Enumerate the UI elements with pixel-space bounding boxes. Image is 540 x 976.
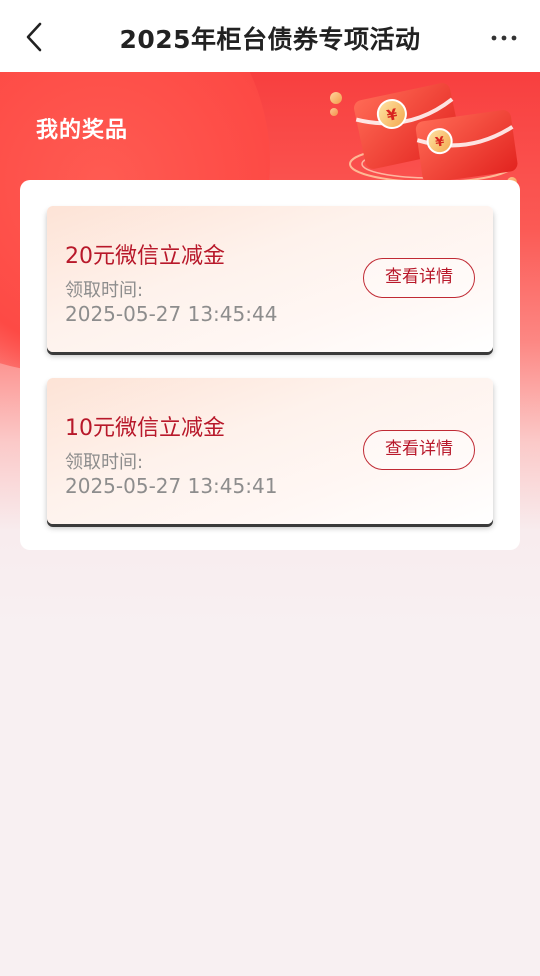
more-dots-icon[interactable] (490, 28, 520, 48)
prize-name: 10元微信立减金 (65, 416, 225, 441)
claim-time-label: 领取时间: (65, 452, 144, 473)
top-navigation-bar: 2025年柜台债券专项活动 (0, 0, 540, 72)
prize-card: 20元微信立减金 领取时间: 2025-05-27 13:45:44 查看详情 (47, 206, 493, 352)
claim-time-label: 领取时间: (65, 280, 144, 301)
prizes-panel: 20元微信立减金 领取时间: 2025-05-27 13:45:44 查看详情 … (20, 180, 520, 550)
prize-name: 20元微信立减金 (65, 244, 225, 269)
view-details-button[interactable]: 查看详情 (363, 430, 475, 470)
claim-time-value: 2025-05-27 13:45:44 (65, 302, 278, 326)
red-envelope-illustration: ¥ ¥ (330, 83, 518, 187)
claim-time-value: 2025-05-27 13:45:41 (65, 474, 278, 498)
prize-card: 10元微信立减金 领取时间: 2025-05-27 13:45:41 查看详情 (47, 378, 493, 524)
page-title: 2025年柜台债券专项活动 (119, 25, 421, 54)
view-details-button[interactable]: 查看详情 (363, 258, 475, 298)
my-prizes-heading: 我的奖品 (36, 118, 129, 143)
